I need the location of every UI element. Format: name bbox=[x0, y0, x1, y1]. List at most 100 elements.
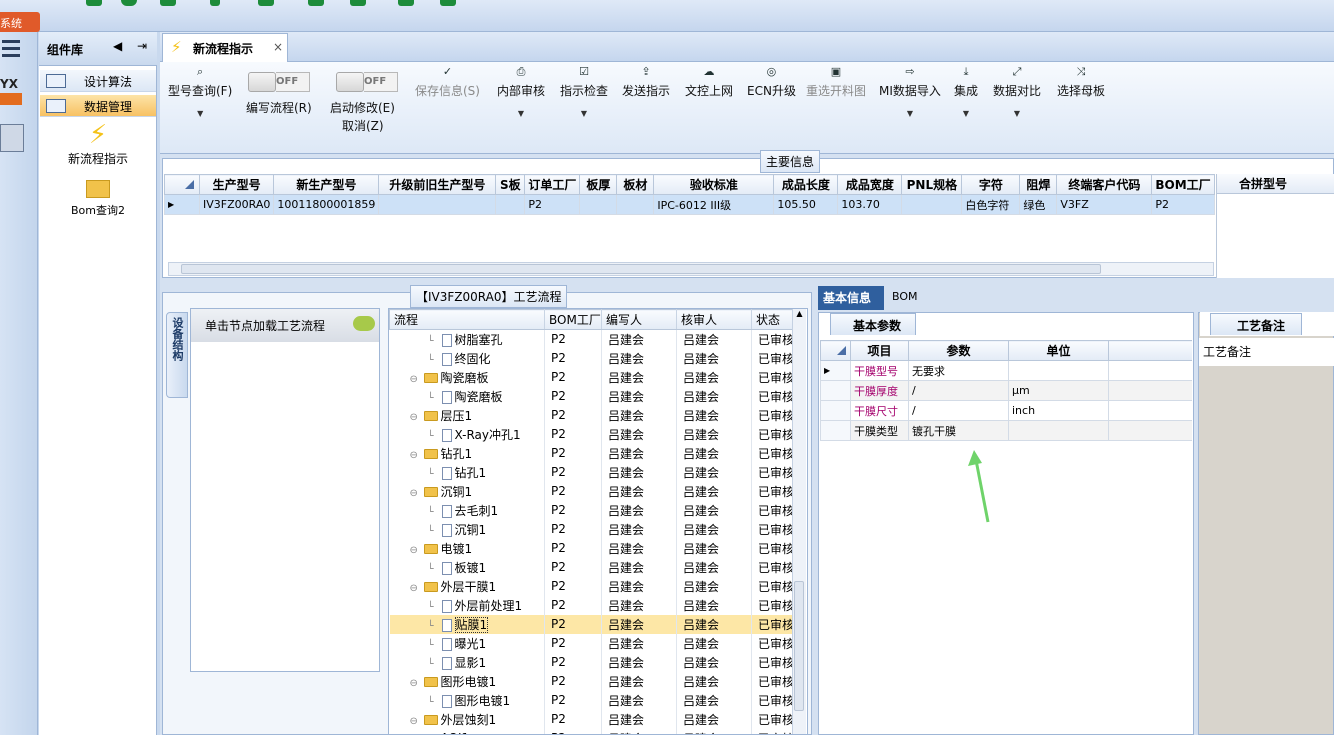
flow-row[interactable]: └ 陶瓷磨板 P2 吕建会 吕建会 已审核 bbox=[389, 386, 794, 406]
arrow-icon[interactable] bbox=[210, 0, 220, 6]
scroll-up-icon[interactable]: ▲ bbox=[793, 309, 806, 318]
flow-row[interactable]: └ 曝光1 P2 吕建会 吕建会 已审核 bbox=[389, 633, 794, 653]
flow-node[interactable]: └ 去毛刺1 bbox=[389, 500, 545, 520]
param-column-header[interactable]: 参数 bbox=[908, 340, 1009, 361]
flow-node[interactable]: ⊖ 钻孔1 bbox=[389, 443, 545, 463]
flow-column-header[interactable]: 编写人 bbox=[601, 309, 677, 330]
flow-row[interactable]: └ 去毛刺1 P2 吕建会 吕建会 已审核 bbox=[389, 500, 794, 520]
grid-cell[interactable] bbox=[901, 194, 963, 215]
flow-row[interactable]: ⊖ 电镀1 P2 吕建会 吕建会 已审核 bbox=[389, 538, 794, 558]
column-header[interactable]: PNL规格 bbox=[901, 174, 963, 195]
tool-new-flow-instruction[interactable]: ⚡ 新流程指示 bbox=[40, 120, 156, 172]
ecn-upgrade-button[interactable]: ◎ ECN升级 bbox=[747, 66, 796, 99]
expand-toggle-icon[interactable]: ⊖ bbox=[410, 678, 424, 689]
row-indicator[interactable]: ▶ bbox=[164, 194, 200, 215]
flow-row[interactable]: ⊖ 沉铜1 P2 吕建会 吕建会 已审核 bbox=[389, 481, 794, 501]
param-unit[interactable]: μm bbox=[1008, 380, 1109, 401]
flow-node[interactable]: └ 图形电镀1 bbox=[389, 690, 545, 710]
dropdown-arrow-icon[interactable]: ▼ bbox=[497, 109, 545, 118]
param-row[interactable]: 干膜尺寸 / inch bbox=[820, 400, 1192, 421]
cancel-button[interactable]: 取消(Z) bbox=[342, 117, 384, 134]
column-header[interactable]: 验收标准 bbox=[653, 174, 775, 195]
flow-node[interactable]: └ 沉铜1 bbox=[389, 519, 545, 539]
horizontal-scrollbar[interactable] bbox=[168, 262, 1214, 276]
send-instruction-button[interactable]: ⇪ 发送指示 bbox=[622, 66, 670, 99]
grid-cell[interactable]: 绿色 bbox=[1019, 194, 1058, 215]
tab-equipment-structure[interactable]: 设备结构 bbox=[166, 312, 188, 398]
param-row[interactable]: 干膜厚度 / μm bbox=[820, 380, 1192, 401]
tab-close-button[interactable]: × bbox=[273, 40, 283, 54]
flow-column-header[interactable]: 流程 bbox=[389, 309, 545, 330]
flow-node[interactable]: └ 板镀1 bbox=[389, 557, 545, 577]
param-value[interactable]: 无要求 bbox=[908, 360, 1009, 381]
flow-row[interactable]: └ 树脂塞孔 P2 吕建会 吕建会 已审核 bbox=[389, 329, 794, 349]
sidebar-item-design-algorithm[interactable]: 设计算法 bbox=[40, 70, 156, 92]
grid-cell[interactable] bbox=[616, 194, 655, 215]
expand-toggle-icon[interactable]: ⊖ bbox=[410, 716, 424, 727]
grid-cell[interactable]: 105.50 bbox=[773, 194, 839, 215]
column-header[interactable]: 阻焊 bbox=[1019, 174, 1058, 195]
chart-icon[interactable] bbox=[350, 0, 366, 6]
flow-row[interactable]: ⊖ 钻孔1 P2 吕建会 吕建会 已审核 bbox=[389, 443, 794, 463]
flow-node[interactable]: └ 外层前处理1 bbox=[389, 595, 545, 615]
flow-node[interactable]: └ 终固化 bbox=[389, 348, 545, 368]
flow-node[interactable]: └ 钻孔1 bbox=[389, 462, 545, 482]
reselect-drawing-button[interactable]: ▣ 重选开料图 bbox=[806, 66, 866, 99]
edit-flow-toggle[interactable]: OFF bbox=[248, 72, 310, 92]
flow-row[interactable]: └ 贴膜1 P2 吕建会 吕建会 已审核 bbox=[389, 614, 794, 634]
flow-node[interactable]: └ 陶瓷磨板 bbox=[389, 386, 545, 406]
exit-icon[interactable] bbox=[440, 0, 456, 6]
dropdown-arrow-icon[interactable]: ▼ bbox=[954, 109, 978, 118]
tool-bom-query[interactable]: Bom查询2 bbox=[40, 180, 156, 222]
row-indicator[interactable]: ▶ bbox=[820, 360, 851, 381]
vertical-scrollbar[interactable]: ▲ bbox=[792, 309, 806, 734]
tab-bom[interactable]: BOM bbox=[892, 290, 918, 303]
flow-node[interactable]: ⊖ 外层蚀刻1 bbox=[389, 709, 545, 729]
param-unit[interactable] bbox=[1008, 360, 1109, 381]
flow-row[interactable]: ⊖ 外层干膜1 P2 吕建会 吕建会 已审核 bbox=[389, 576, 794, 596]
column-header[interactable]: 生产型号 bbox=[198, 174, 275, 195]
flow-row[interactable]: └ 终固化 P2 吕建会 吕建会 已审核 bbox=[389, 348, 794, 368]
grid-cell[interactable] bbox=[378, 194, 497, 215]
tab-basic-info[interactable]: 基本信息 bbox=[818, 286, 884, 310]
dropdown-arrow-icon[interactable]: ▼ bbox=[993, 109, 1041, 118]
dropdown-arrow-icon[interactable]: ▼ bbox=[168, 109, 232, 118]
grid-cell[interactable]: IV3FZ00RA0 bbox=[198, 194, 275, 215]
tab-new-flow-instruction[interactable]: ⚡ 新流程指示 × bbox=[162, 33, 288, 63]
expand-toggle-icon[interactable]: ⊖ bbox=[410, 374, 424, 385]
row-indicator[interactable] bbox=[820, 380, 851, 401]
param-value[interactable]: / bbox=[908, 400, 1009, 421]
flow-column-header[interactable]: 核审人 bbox=[676, 309, 752, 330]
start-modify-toggle[interactable]: OFF bbox=[336, 72, 398, 92]
expand-toggle-icon[interactable]: ⊖ bbox=[410, 583, 424, 594]
flow-row[interactable]: └ 钻孔1 P2 吕建会 吕建会 已审核 bbox=[389, 462, 794, 482]
factory-icon[interactable]: YX bbox=[0, 77, 26, 109]
flow-row[interactable]: └ X-Ray冲孔1 P2 吕建会 吕建会 已审核 bbox=[389, 424, 794, 444]
pin-icon[interactable]: ⇥ bbox=[137, 39, 147, 53]
hamburger-icon[interactable] bbox=[2, 40, 20, 57]
column-header[interactable]: 板厚 bbox=[579, 174, 618, 195]
instruction-check-button[interactable]: ☑ 指示检查 ▼ bbox=[560, 66, 608, 119]
flow-row[interactable]: └ 图形电镀1 P2 吕建会 吕建会 已审核 bbox=[389, 690, 794, 710]
internal-audit-button[interactable]: ⎙ 内部审核 ▼ bbox=[497, 66, 545, 119]
flow-row[interactable]: ⊖ 层压1 P2 吕建会 吕建会 已审核 bbox=[389, 405, 794, 425]
grid-cell[interactable]: 白色字符 bbox=[961, 194, 1021, 215]
flow-node[interactable]: ⊖AOI1 bbox=[389, 728, 545, 734]
column-header[interactable]: S板 bbox=[495, 174, 526, 195]
column-header[interactable]: 新生产型号 bbox=[273, 174, 380, 195]
mi-import-button[interactable]: ⇨ MI数据导入 ▼ bbox=[879, 66, 941, 119]
print-icon[interactable] bbox=[308, 0, 324, 6]
param-unit[interactable] bbox=[1008, 420, 1109, 441]
flow-row[interactable]: ⊖ 图形电镀1 P2 吕建会 吕建会 已审核 bbox=[389, 671, 794, 691]
expand-toggle-icon[interactable]: ⊖ bbox=[410, 412, 424, 423]
doc-upload-button[interactable]: ☁ 文控上网 bbox=[685, 66, 733, 99]
scrollbar-thumb[interactable] bbox=[794, 581, 804, 711]
flow-node[interactable]: └ 曝光1 bbox=[389, 633, 545, 653]
param-column-header[interactable]: 项目 bbox=[850, 340, 909, 361]
column-header[interactable]: 订单工厂 bbox=[524, 174, 581, 195]
expand-toggle-icon[interactable]: ⊖ bbox=[410, 545, 424, 556]
model-query-button[interactable]: ⌕ 型号查询(F) ▼ bbox=[168, 66, 232, 119]
row-indicator[interactable] bbox=[820, 420, 851, 441]
flow-row[interactable]: ⊖ 陶瓷磨板 P2 吕建会 吕建会 已审核 bbox=[389, 367, 794, 387]
param-value[interactable]: 镀孔干膜 bbox=[908, 420, 1009, 441]
